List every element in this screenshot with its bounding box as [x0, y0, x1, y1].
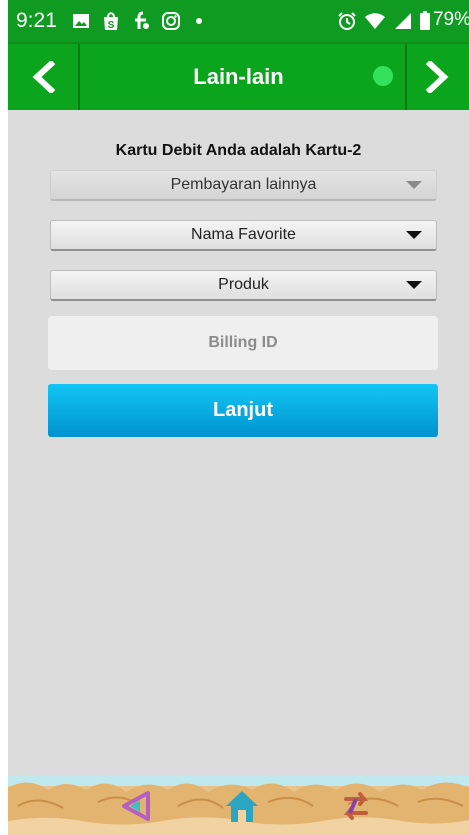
caret-down-icon	[406, 231, 422, 239]
gallery-icon	[70, 10, 92, 32]
favorite-name-dropdown[interactable]: Nama Favorite	[50, 220, 437, 251]
header-divider-left	[78, 44, 80, 110]
debit-card-label: Kartu Debit Anda adalah Kartu-2	[115, 142, 362, 159]
status-bar: 9:21 S 79%	[8, 0, 469, 42]
signal-icon	[392, 10, 414, 32]
dot-icon	[188, 10, 210, 32]
page-title: Lain-lain	[193, 64, 284, 89]
home-icon	[226, 791, 258, 822]
bottom-nav	[8, 776, 469, 835]
back-triangle-icon	[122, 791, 150, 821]
chevron-left-icon	[32, 61, 56, 93]
payment-type-value: Pembayaran lainnya	[170, 176, 317, 193]
chevron-right-icon	[425, 61, 449, 93]
caret-down-icon	[406, 181, 422, 189]
instagram-icon	[160, 10, 182, 32]
nav-transfer-button[interactable]	[336, 786, 376, 826]
forward-button[interactable]	[407, 44, 469, 110]
transfer-icon	[343, 792, 369, 820]
shop-icon: S	[100, 10, 122, 32]
favorite-name-value: Nama Favorite	[191, 226, 296, 243]
payment-type-dropdown[interactable]: Pembayaran lainnya	[50, 170, 437, 201]
svg-text:S: S	[108, 20, 115, 31]
status-indicator	[373, 66, 393, 86]
header-bar: Lain-lain	[8, 42, 469, 110]
back-button[interactable]	[8, 44, 78, 110]
billing-id-input[interactable]	[48, 316, 438, 370]
status-time: 9:21	[16, 9, 57, 32]
battery-percentage: 79%	[432, 9, 469, 30]
submit-button[interactable]: Lanjut	[48, 384, 438, 437]
wifi-icon	[364, 10, 386, 32]
caret-down-icon	[406, 281, 422, 289]
app-screen: 9:21 S 79% Lain-lain Kartu Debit Anda ad…	[8, 0, 469, 835]
nav-back-button[interactable]	[116, 786, 156, 826]
nav-home-button[interactable]	[222, 786, 262, 826]
product-value: Produk	[218, 276, 269, 293]
product-dropdown[interactable]: Produk	[50, 270, 437, 301]
fontawesome-icon	[130, 10, 152, 32]
alarm-icon	[336, 10, 358, 32]
